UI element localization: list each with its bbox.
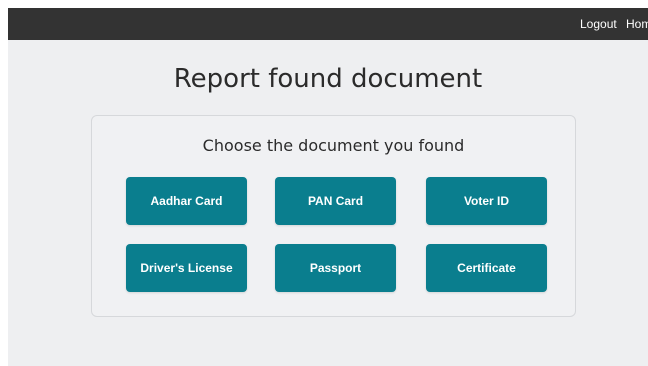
passport-button[interactable]: Passport — [275, 244, 396, 292]
page-frame: Logout Home Report found document Choose… — [8, 8, 648, 366]
page-title: Report found document — [173, 64, 483, 94]
card-title: Choose the document you found — [202, 136, 465, 155]
document-choice-card: Choose the document you found Aadhar Car… — [91, 115, 576, 317]
pan-card-button[interactable]: PAN Card — [275, 177, 396, 225]
top-navbar: Logout Home — [8, 8, 648, 40]
home-link[interactable]: Home — [626, 8, 648, 40]
voter-id-button[interactable]: Voter ID — [426, 177, 547, 225]
certificate-button[interactable]: Certificate — [426, 244, 547, 292]
logout-link[interactable]: Logout — [580, 8, 617, 40]
aadhar-card-button[interactable]: Aadhar Card — [126, 177, 247, 225]
drivers-license-button[interactable]: Driver's License — [126, 244, 247, 292]
